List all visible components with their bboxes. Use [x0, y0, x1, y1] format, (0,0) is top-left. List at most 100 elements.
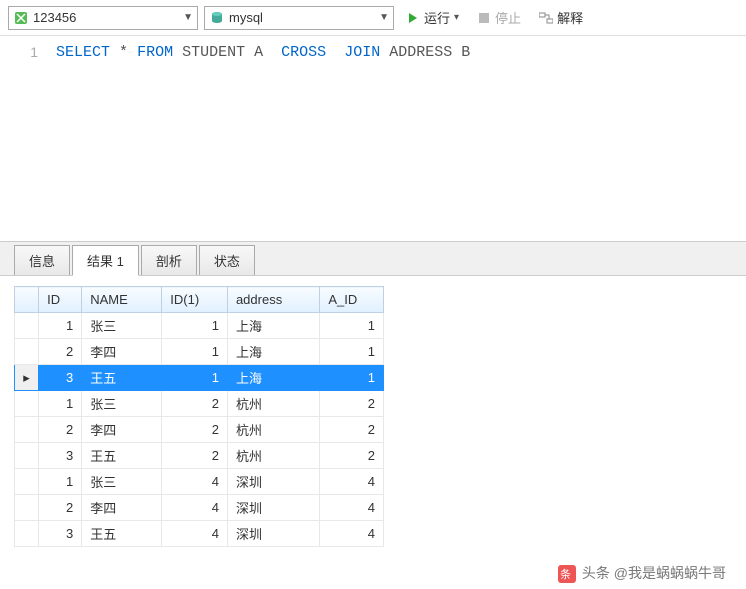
sql-code[interactable]: SELECT * FROM STUDENT A CROSS JOIN ADDRE…	[50, 36, 470, 241]
run-label: 运行	[424, 8, 450, 27]
cell[interactable]: 王五	[82, 521, 162, 547]
cell[interactable]: 杭州	[227, 391, 319, 417]
stop-label: 停止	[495, 8, 521, 27]
row-marker	[15, 313, 39, 339]
explain-icon	[539, 11, 553, 25]
server-icon	[209, 10, 225, 26]
cell[interactable]: 杭州	[227, 443, 319, 469]
database-name: 123456	[33, 10, 183, 25]
cell[interactable]: 2	[320, 417, 384, 443]
tab-info[interactable]: 信息	[14, 245, 70, 275]
row-marker-header	[15, 287, 39, 313]
cell[interactable]: 张三	[82, 469, 162, 495]
cell[interactable]: 上海	[227, 313, 319, 339]
table-row[interactable]: 1张三1上海1	[15, 313, 384, 339]
cell[interactable]: 杭州	[227, 417, 319, 443]
cell[interactable]: 2	[39, 495, 82, 521]
database-dropdown[interactable]: 123456 ▼	[8, 6, 198, 30]
cell[interactable]: 1	[39, 391, 82, 417]
cell[interactable]: 2	[320, 391, 384, 417]
run-button[interactable]: 运行 ▾	[400, 6, 465, 29]
cell[interactable]: 1	[39, 313, 82, 339]
cell[interactable]: 2	[162, 417, 228, 443]
chevron-down-icon: ▼	[183, 12, 193, 23]
row-marker	[15, 417, 39, 443]
line-gutter: 1	[0, 36, 50, 241]
cell[interactable]: 3	[39, 365, 82, 391]
cell[interactable]: 深圳	[227, 521, 319, 547]
col-address[interactable]: address	[227, 287, 319, 313]
toutiao-icon	[558, 565, 576, 583]
cell[interactable]: 上海	[227, 339, 319, 365]
table-row[interactable]: 3王五2杭州2	[15, 443, 384, 469]
explain-button[interactable]: 解释	[533, 6, 589, 29]
row-marker	[15, 391, 39, 417]
cell[interactable]: 2	[39, 339, 82, 365]
table-row[interactable]: 1张三4深圳4	[15, 469, 384, 495]
play-icon	[406, 11, 420, 25]
cell[interactable]: 李四	[82, 417, 162, 443]
result-tabs: 信息 结果 1 剖析 状态	[0, 241, 746, 276]
connection-dropdown[interactable]: mysql ▼	[204, 6, 394, 30]
table-row[interactable]: 2李四1上海1	[15, 339, 384, 365]
col-name[interactable]: NAME	[82, 287, 162, 313]
cell[interactable]: 4	[162, 521, 228, 547]
result-table: ID NAME ID(1) address A_ID 1张三1上海12李四1上海…	[14, 286, 384, 547]
tab-result-1[interactable]: 结果 1	[72, 245, 139, 276]
cell[interactable]: 4	[320, 469, 384, 495]
cell[interactable]: 上海	[227, 365, 319, 391]
cell[interactable]: 3	[39, 443, 82, 469]
cell[interactable]: 2	[39, 417, 82, 443]
explain-label: 解释	[557, 8, 583, 27]
cell[interactable]: 4	[162, 495, 228, 521]
row-marker	[15, 443, 39, 469]
line-number: 1	[0, 44, 38, 60]
cell[interactable]: 王五	[82, 443, 162, 469]
cell[interactable]: 2	[162, 391, 228, 417]
table-row[interactable]: 2李四4深圳4	[15, 495, 384, 521]
cell[interactable]: 张三	[82, 391, 162, 417]
cell[interactable]: 2	[320, 443, 384, 469]
cell[interactable]: 4	[162, 469, 228, 495]
cell[interactable]: 2	[162, 443, 228, 469]
tab-profile[interactable]: 剖析	[141, 245, 197, 275]
row-marker: ▸	[15, 365, 39, 391]
cell[interactable]: 1	[320, 365, 384, 391]
row-marker	[15, 469, 39, 495]
cell[interactable]: 1	[39, 469, 82, 495]
cell[interactable]: 1	[320, 339, 384, 365]
table-row[interactable]: 1张三2杭州2	[15, 391, 384, 417]
cell[interactable]: 深圳	[227, 495, 319, 521]
sql-editor[interactable]: 1 SELECT * FROM STUDENT A CROSS JOIN ADD…	[0, 36, 746, 241]
watermark: 头条 @我是蜗蜗蜗牛哥	[0, 557, 746, 589]
row-marker	[15, 339, 39, 365]
connection-name: mysql	[229, 10, 379, 25]
cell[interactable]: 深圳	[227, 469, 319, 495]
cell[interactable]: 3	[39, 521, 82, 547]
table-row[interactable]: ▸3王五1上海1	[15, 365, 384, 391]
row-marker	[15, 495, 39, 521]
col-id1[interactable]: ID(1)	[162, 287, 228, 313]
toolbar: 123456 ▼ mysql ▼ 运行 ▾ 停止 解释	[0, 0, 746, 36]
cell[interactable]: 1	[162, 365, 228, 391]
col-aid[interactable]: A_ID	[320, 287, 384, 313]
col-id[interactable]: ID	[39, 287, 82, 313]
chevron-down-icon: ▾	[454, 12, 459, 23]
cell[interactable]: 王五	[82, 365, 162, 391]
cell[interactable]: 4	[320, 521, 384, 547]
result-panel: ID NAME ID(1) address A_ID 1张三1上海12李四1上海…	[0, 276, 746, 557]
cell[interactable]: 4	[320, 495, 384, 521]
table-row[interactable]: 2李四2杭州2	[15, 417, 384, 443]
cell[interactable]: 李四	[82, 495, 162, 521]
chevron-down-icon: ▼	[379, 12, 389, 23]
row-marker	[15, 521, 39, 547]
stop-icon	[477, 11, 491, 25]
table-row[interactable]: 3王五4深圳4	[15, 521, 384, 547]
cell[interactable]: 1	[162, 313, 228, 339]
database-icon	[13, 10, 29, 26]
cell[interactable]: 张三	[82, 313, 162, 339]
cell[interactable]: 李四	[82, 339, 162, 365]
cell[interactable]: 1	[320, 313, 384, 339]
cell[interactable]: 1	[162, 339, 228, 365]
tab-status[interactable]: 状态	[199, 245, 255, 275]
